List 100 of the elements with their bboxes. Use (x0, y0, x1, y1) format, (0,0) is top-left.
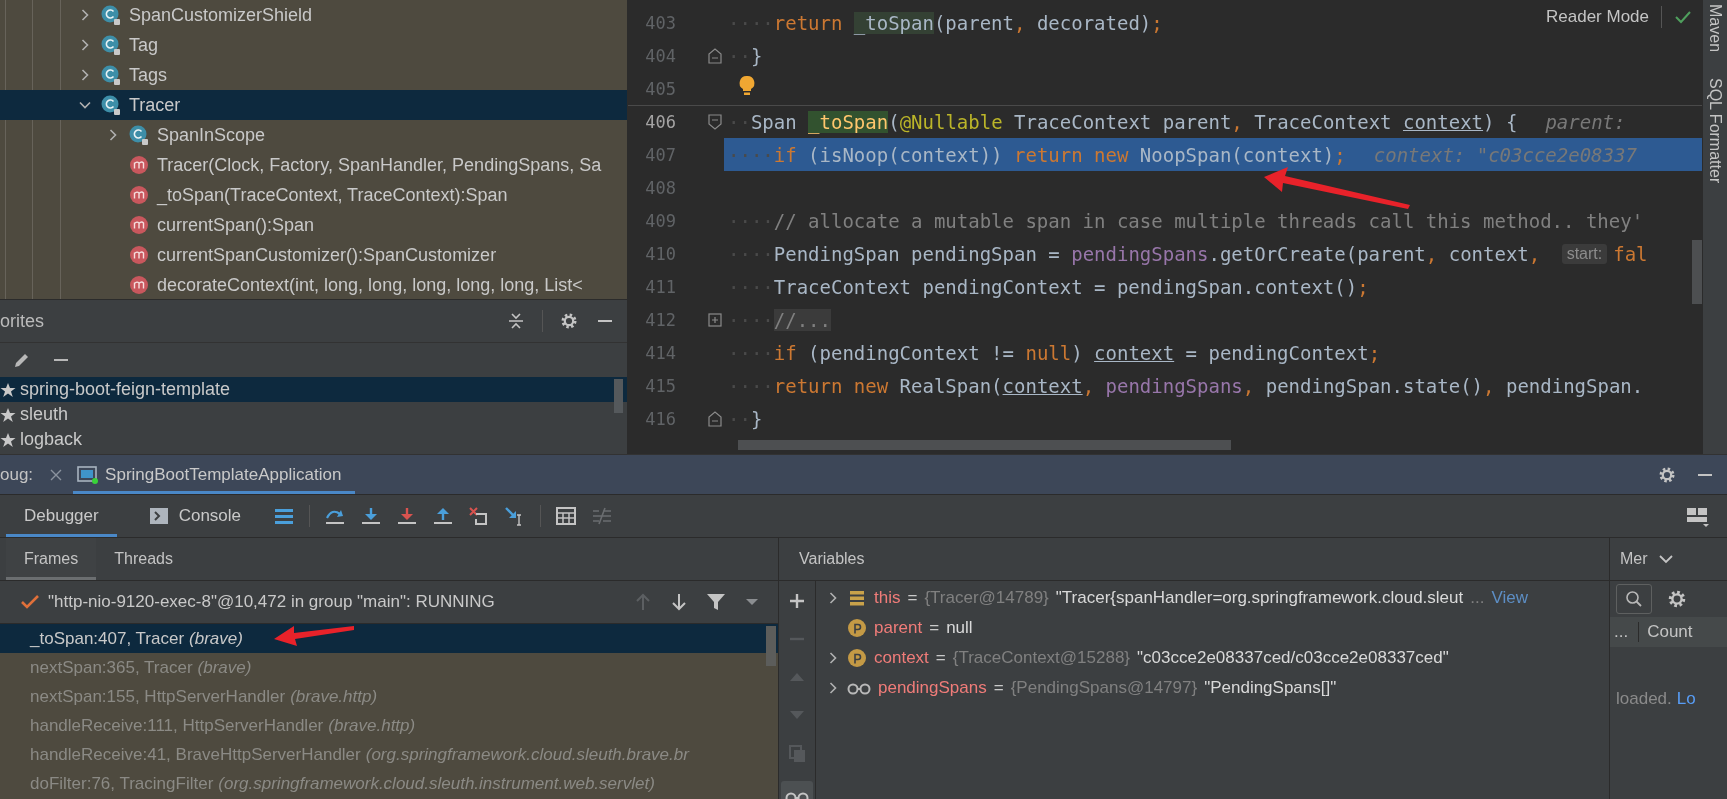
fold-icon[interactable] (708, 114, 722, 130)
run-config-tab[interactable]: SpringBootTemplateApplication (73, 455, 356, 494)
code-token: ; (1334, 143, 1346, 166)
search-field[interactable] (1616, 584, 1652, 614)
code-token: // allocate a mutable span in case multiple threads call this method.. they' (773, 209, 1644, 232)
code-token: context (1094, 341, 1175, 364)
favorite-item[interactable]: spring-boot-feign-template (0, 377, 627, 402)
code-token: @Nullable (899, 111, 1003, 133)
code-token: fal (1613, 242, 1648, 265)
code-token: (isNoop(context)) (808, 143, 1004, 166)
line-number: 403 (644, 12, 676, 33)
tree-item[interactable]: currentSpanCustomizer():SpanCustomizer (0, 240, 627, 270)
panel-title: oug: (0, 464, 34, 485)
variable-value: "c03cce2e08337ced/c03cce2e08337ced" (1137, 648, 1449, 668)
view-link[interactable]: View (1491, 588, 1528, 608)
code-token: ; (1357, 275, 1369, 298)
class-icon (128, 124, 150, 146)
method-icon (128, 154, 150, 176)
panel-tab[interactable]: Threads (96, 538, 191, 580)
search-icon (1625, 590, 1643, 608)
code-token: context (1402, 111, 1484, 133)
scrollbar[interactable] (614, 379, 623, 413)
expand-icon[interactable] (708, 312, 722, 327)
add-icon[interactable] (787, 591, 807, 611)
filter-icon[interactable] (706, 592, 726, 612)
line-number: 415 (644, 375, 676, 396)
close-icon[interactable] (49, 467, 64, 482)
favorite-item[interactable]: logback (0, 427, 627, 452)
layout-icon[interactable] (1685, 505, 1709, 527)
tree-item[interactable]: Tag (0, 30, 627, 60)
scrollbar[interactable] (766, 626, 776, 666)
code-token: NoopSpan(context) (1139, 143, 1335, 166)
code-token: PendingSpan pendingSpan = (773, 242, 1061, 265)
variable-name: parent (874, 618, 923, 638)
settings-icon[interactable] (1666, 588, 1688, 610)
scrollbar[interactable] (1692, 240, 1702, 304)
code-token: context (1002, 374, 1083, 397)
panel-tab[interactable]: Mer (1620, 550, 1648, 568)
whitespace-marker: ···· (728, 341, 774, 364)
inline-value: parent: (1545, 111, 1626, 133)
tree-item[interactable]: _toSpan(TraceContext, TraceContext):Span (0, 180, 627, 210)
collapse-all-icon[interactable] (506, 311, 526, 331)
line-number: 407 (644, 144, 676, 165)
whitespace-marker: ···· (728, 374, 774, 397)
tree-item[interactable]: Tags (0, 60, 627, 90)
code-token: TraceContext (1254, 111, 1393, 133)
code-token: return new (1014, 143, 1130, 166)
stack-icon (847, 588, 867, 608)
tool-window-tab[interactable]: SQL Formatter (1706, 78, 1724, 184)
equals-sign: = (929, 618, 940, 638)
whitespace-marker: ·· (728, 111, 751, 133)
line-number: 408 (644, 177, 676, 198)
code-token: , (1014, 11, 1027, 34)
tree-item[interactable]: Tracer(Clock, Factory, SpanHandler, PendingSpans, Sa (0, 150, 627, 180)
tree-item[interactable]: SpanCustomizerShield (0, 0, 627, 30)
tree-item[interactable]: decorateContext(int, long, long, long, long, long, List< (0, 270, 627, 299)
class-icon (100, 94, 122, 116)
code-token: ) (1071, 341, 1084, 364)
step-out-icon[interactable] (432, 506, 455, 526)
code-token: return new (773, 374, 890, 397)
code-token: , (1425, 242, 1439, 265)
method-icon (128, 214, 150, 236)
code-token: ( (888, 111, 900, 133)
line-number: 404 (644, 45, 676, 66)
class-icon (100, 34, 122, 56)
whitespace-marker: ···· (728, 242, 774, 265)
lightbulb-icon[interactable] (738, 74, 756, 97)
code-token: pendingSpan. (1505, 374, 1644, 397)
variable-value: null (946, 618, 973, 638)
force-step-into-icon[interactable] (396, 506, 419, 526)
layout-icon[interactable] (273, 506, 296, 526)
column-header[interactable]: Count (1639, 622, 1693, 642)
code-token: Span (750, 111, 798, 133)
reader-mode-link[interactable]: Reader Mode (1546, 7, 1649, 27)
fold-icon[interactable] (708, 47, 722, 64)
step-into-icon[interactable] (360, 506, 383, 526)
load-link[interactable]: Lo (1676, 689, 1696, 709)
tree-item[interactable]: Tracer (0, 90, 627, 120)
code-token: if (773, 341, 798, 364)
whitespace-marker: ···· (728, 209, 774, 232)
down-arrow-icon[interactable] (670, 592, 688, 612)
whitespace-marker: ·· (728, 44, 751, 67)
scrollbar[interactable] (738, 440, 1231, 450)
settings-icon[interactable] (559, 311, 579, 331)
variable-value: "PendingSpans[]" (1204, 678, 1337, 698)
method-icon (128, 244, 150, 266)
stack-frame[interactable]: _toSpan:407, Tracer (brave) (0, 624, 778, 653)
favorite-item[interactable]: sleuth (0, 402, 627, 427)
tool-window-tab[interactable]: Maven (1706, 4, 1724, 53)
tree-item[interactable]: currentSpan():Span (0, 210, 627, 240)
tree-item[interactable]: SpanInScope (0, 120, 627, 150)
glasses-icon (847, 681, 871, 695)
whitespace-marker: ···· (728, 308, 774, 331)
calculator-icon[interactable] (555, 506, 578, 526)
view-tab[interactable]: Console (130, 495, 260, 537)
star-icon (0, 431, 16, 448)
column-header[interactable]: ... (1610, 622, 1640, 642)
thread-selector[interactable]: "http-nio-9120-exec-8"@10,472 in group "main": RUNNING (48, 592, 495, 612)
fold-icon[interactable] (708, 410, 722, 427)
whitespace-marker: ·· (728, 407, 751, 430)
